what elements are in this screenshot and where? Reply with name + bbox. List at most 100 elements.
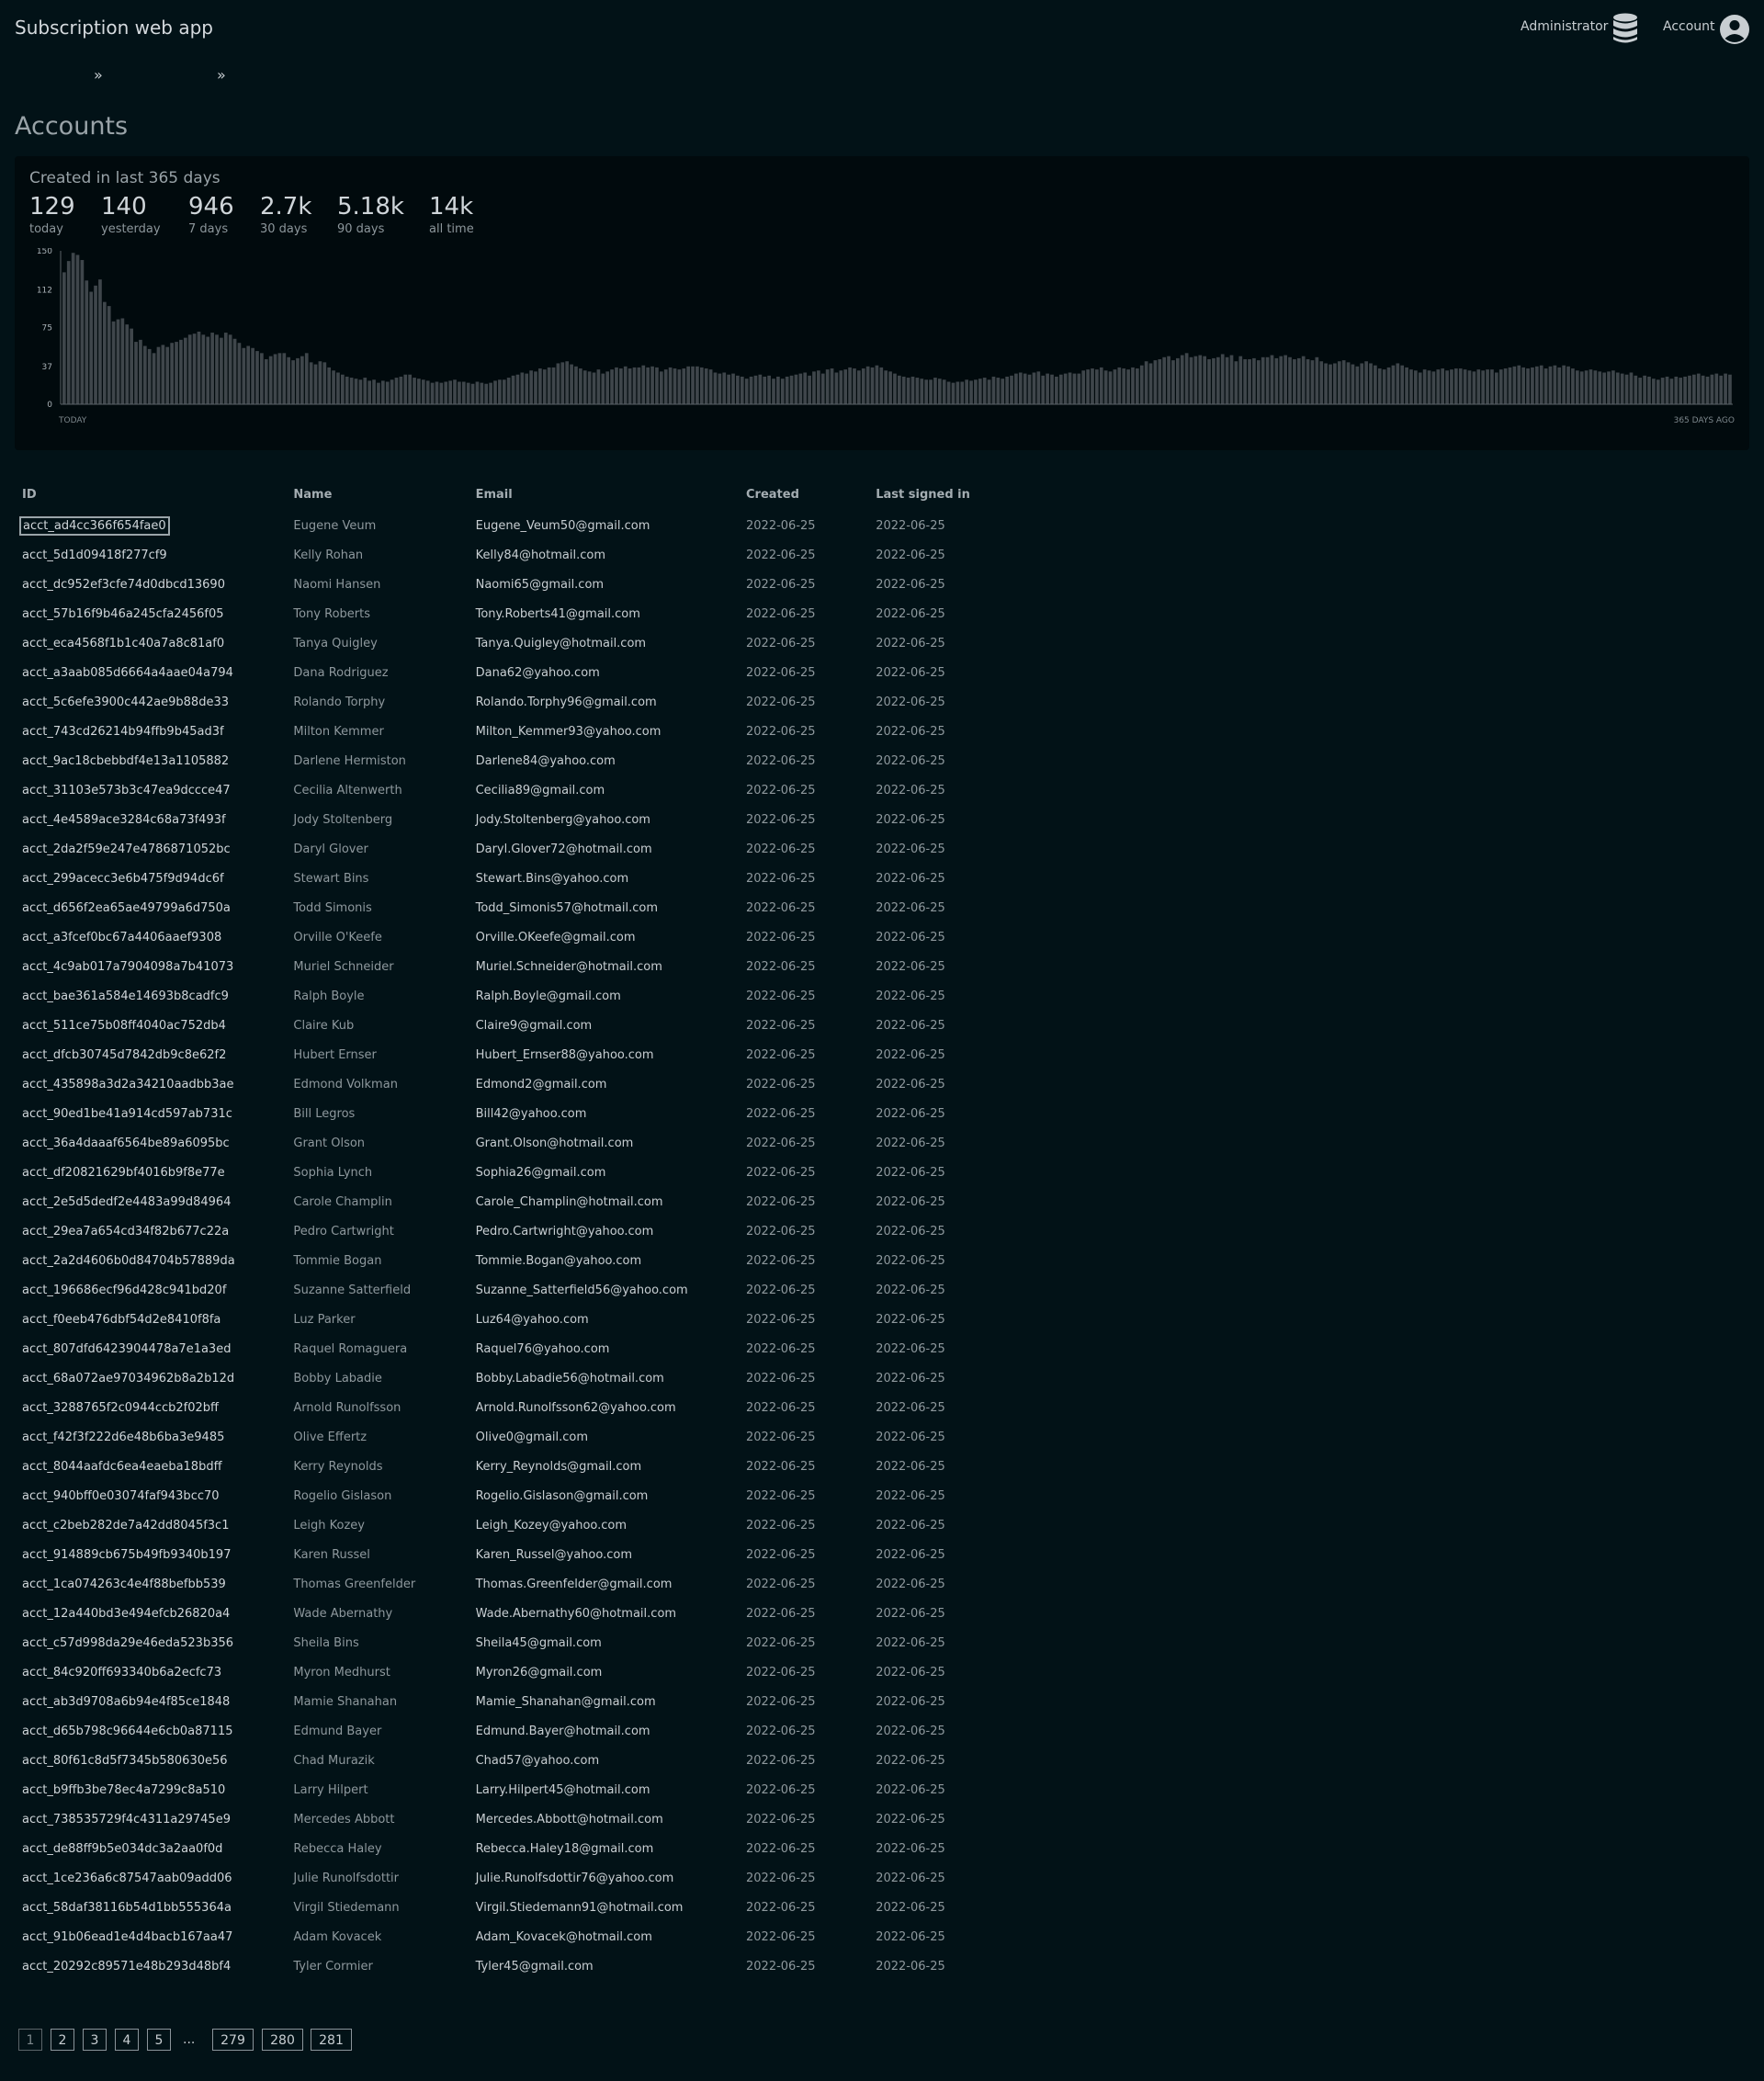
table-row[interactable]: acct_9ac18cbebbdf4e13a1105882 Darlene Her… — [15, 746, 1025, 775]
table-row[interactable]: acct_36a4daaaf6564be89a6095bc Grant Olson… — [15, 1128, 1025, 1158]
account-id[interactable]: acct_511ce75b08ff4040ac752db4 — [15, 1011, 286, 1040]
administrator-label[interactable]: Administrator — [1521, 19, 1608, 34]
table-row[interactable]: acct_5c6efe3900c442ae9b88de33 Rolando Tor… — [15, 687, 1025, 717]
table-row[interactable]: acct_1ca074263c4e4f88befbb539 Thomas Gree… — [15, 1569, 1025, 1599]
account-id[interactable]: acct_dc952ef3cfe74d0dbcd13690 — [15, 570, 286, 599]
account-id[interactable]: acct_84c920ff693340b6a2ecfc73 — [15, 1657, 286, 1687]
account-id[interactable]: acct_a3fcef0bc67a4406aaef9308 — [15, 922, 286, 952]
table-row[interactable]: acct_c57d998da29e46eda523b356 Sheila Bins… — [15, 1628, 1025, 1657]
account-id[interactable]: acct_4e4589ace3284c68a73f493f — [15, 805, 286, 834]
account-id[interactable]: acct_20292c89571e48b293d48bf4 — [15, 1951, 286, 1981]
account-id[interactable]: acct_940bff0e03074faf943bcc70 — [15, 1481, 286, 1510]
table-row[interactable]: acct_c2beb282de7a42dd8045f3c1 Leigh Kozey… — [15, 1510, 1025, 1540]
account-id[interactable]: acct_de88ff9b5e034dc3a2aa0f0d — [15, 1834, 286, 1863]
account-id[interactable]: acct_ad4cc366f654fae0 — [15, 511, 286, 540]
account-id[interactable]: acct_a3aab085d6664a4aae04a794 — [15, 658, 286, 687]
account-id[interactable]: acct_743cd26214b94ffb9b45ad3f — [15, 717, 286, 746]
account-id[interactable]: acct_5d1d09418f277cf9 — [15, 540, 286, 570]
column-header-created[interactable]: Created — [739, 478, 868, 511]
account-id-link[interactable]: acct_ad4cc366f654fae0 — [19, 515, 170, 536]
table-row[interactable]: acct_29ea7a654cd34f82b677c22a Pedro Cartw… — [15, 1216, 1025, 1246]
table-row[interactable]: acct_4e4589ace3284c68a73f493f Jody Stolte… — [15, 805, 1025, 834]
account-id[interactable]: acct_c2beb282de7a42dd8045f3c1 — [15, 1510, 286, 1540]
table-row[interactable]: acct_a3fcef0bc67a4406aaef9308 Orville O'K… — [15, 922, 1025, 952]
table-row[interactable]: acct_2da2f59e247e4786871052bc Daryl Glove… — [15, 834, 1025, 864]
account-id[interactable]: acct_ab3d9708a6b94e4f85ce1848 — [15, 1687, 286, 1716]
table-row[interactable]: acct_12a440bd3e494efcb26820a4 Wade Aberna… — [15, 1599, 1025, 1628]
account-id[interactable]: acct_12a440bd3e494efcb26820a4 — [15, 1599, 286, 1628]
account-id[interactable]: acct_435898a3d2a34210aadbb3ae — [15, 1069, 286, 1099]
table-row[interactable]: acct_f42f3f222d6e48b6ba3e9485 Olive Effer… — [15, 1422, 1025, 1452]
table-row[interactable]: acct_58daf38116b54d1bb555364a Virgil Stie… — [15, 1893, 1025, 1922]
table-row[interactable]: acct_8044aafdc6ea4eaeba18bdff Kerry Reyno… — [15, 1452, 1025, 1481]
table-row[interactable]: acct_743cd26214b94ffb9b45ad3f Milton Kemm… — [15, 717, 1025, 746]
column-header-email[interactable]: Email — [469, 478, 739, 511]
account-id[interactable]: acct_31103e573b3c47ea9dccce47 — [15, 775, 286, 805]
account-id[interactable]: acct_36a4daaaf6564be89a6095bc — [15, 1128, 286, 1158]
account-id[interactable]: acct_57b16f9b46a245cfa2456f05 — [15, 599, 286, 628]
account-id[interactable]: acct_4c9ab017a7904098a7b41073 — [15, 952, 286, 981]
account-id[interactable]: acct_2da2f59e247e4786871052bc — [15, 834, 286, 864]
account-id[interactable]: acct_58daf38116b54d1bb555364a — [15, 1893, 286, 1922]
account-id[interactable]: acct_b9ffb3be78ec4a7299c8a510 — [15, 1775, 286, 1804]
account-id[interactable]: acct_9ac18cbebbdf4e13a1105882 — [15, 746, 286, 775]
table-row[interactable]: acct_d656f2ea65ae49799a6d750a Todd Simoni… — [15, 893, 1025, 922]
table-row[interactable]: acct_84c920ff693340b6a2ecfc73 Myron Medhu… — [15, 1657, 1025, 1687]
account-id[interactable]: acct_2e5d5dedf2e4483a99d84964 — [15, 1187, 286, 1216]
account-id[interactable]: acct_807dfd6423904478a7e1a3ed — [15, 1334, 286, 1363]
account-id[interactable]: acct_3288765f2c0944ccb2f02bff — [15, 1393, 286, 1422]
table-row[interactable]: acct_dfcb30745d7842db9c8e62f2 Hubert Erns… — [15, 1040, 1025, 1069]
page-button-280[interactable]: 280 — [262, 2029, 303, 2051]
table-row[interactable]: acct_3288765f2c0944ccb2f02bff Arnold Runo… — [15, 1393, 1025, 1422]
account-id[interactable]: acct_5c6efe3900c442ae9b88de33 — [15, 687, 286, 717]
table-row[interactable]: acct_68a072ae97034962b8a2b12d Bobby Labad… — [15, 1363, 1025, 1393]
column-header-id[interactable]: ID — [15, 478, 286, 511]
account-id[interactable]: acct_80f61c8d5f7345b580630e56 — [15, 1746, 286, 1775]
account-id[interactable]: acct_1ca074263c4e4f88befbb539 — [15, 1569, 286, 1599]
account-id[interactable]: acct_df20821629bf4016b9f8e77e — [15, 1158, 286, 1187]
table-row[interactable]: acct_31103e573b3c47ea9dccce47 Cecilia Alt… — [15, 775, 1025, 805]
table-row[interactable]: acct_80f61c8d5f7345b580630e56 Chad Murazi… — [15, 1746, 1025, 1775]
account-label[interactable]: Account — [1663, 19, 1715, 34]
account-id[interactable]: acct_738535729f4c4311a29745e9 — [15, 1804, 286, 1834]
account-id[interactable]: acct_f42f3f222d6e48b6ba3e9485 — [15, 1422, 286, 1452]
table-row[interactable]: acct_2e5d5dedf2e4483a99d84964 Carole Cham… — [15, 1187, 1025, 1216]
table-row[interactable]: acct_1ce236a6c87547aab09add06 Julie Runol… — [15, 1863, 1025, 1893]
account-id[interactable]: acct_91b06ead1e4d4bacb167aa47 — [15, 1922, 286, 1951]
page-button-279[interactable]: 279 — [212, 2029, 254, 2051]
account-id[interactable]: acct_2a2d4606b0d84704b57889da — [15, 1246, 286, 1275]
table-row[interactable]: acct_a3aab085d6664a4aae04a794 Dana Rodrig… — [15, 658, 1025, 687]
table-row[interactable]: acct_57b16f9b46a245cfa2456f05 Tony Robert… — [15, 599, 1025, 628]
account-id[interactable]: acct_1ce236a6c87547aab09add06 — [15, 1863, 286, 1893]
table-row[interactable]: acct_4c9ab017a7904098a7b41073 Muriel Schn… — [15, 952, 1025, 981]
account-id[interactable]: acct_299acecc3e6b475f9d94dc6f — [15, 864, 286, 893]
table-row[interactable]: acct_2a2d4606b0d84704b57889da Tommie Boga… — [15, 1246, 1025, 1275]
user-circle-icon[interactable] — [1719, 14, 1750, 45]
account-id[interactable]: acct_dfcb30745d7842db9c8e62f2 — [15, 1040, 286, 1069]
account-id[interactable]: acct_d65b798c96644e6cb0a87115 — [15, 1716, 286, 1746]
table-row[interactable]: acct_511ce75b08ff4040ac752db4 Claire Kub C… — [15, 1011, 1025, 1040]
table-row[interactable]: acct_bae361a584e14693b8cadfc9 Ralph Boyle… — [15, 981, 1025, 1011]
column-header-name[interactable]: Name — [286, 478, 468, 511]
account-id[interactable]: acct_90ed1be41a914cd597ab731c — [15, 1099, 286, 1128]
account-id[interactable]: acct_8044aafdc6ea4eaeba18bdff — [15, 1452, 286, 1481]
table-row[interactable]: acct_df20821629bf4016b9f8e77e Sophia Lync… — [15, 1158, 1025, 1187]
page-button-281[interactable]: 281 — [311, 2029, 352, 2051]
table-row[interactable]: acct_d65b798c96644e6cb0a87115 Edmund Baye… — [15, 1716, 1025, 1746]
page-button-3[interactable]: 3 — [83, 2029, 107, 2051]
page-button-5[interactable]: 5 — [147, 2029, 171, 2051]
account-id[interactable]: acct_d656f2ea65ae49799a6d750a — [15, 893, 286, 922]
account-id[interactable]: acct_29ea7a654cd34f82b677c22a — [15, 1216, 286, 1246]
table-row[interactable]: acct_90ed1be41a914cd597ab731c Bill Legros… — [15, 1099, 1025, 1128]
page-button-2[interactable]: 2 — [51, 2029, 74, 2051]
table-row[interactable]: acct_807dfd6423904478a7e1a3ed Raquel Roma… — [15, 1334, 1025, 1363]
page-button-4[interactable]: 4 — [115, 2029, 139, 2051]
table-row[interactable]: acct_eca4568f1b1c40a7a8c81af0 Tanya Quigl… — [15, 628, 1025, 658]
account-id[interactable]: acct_196686ecf96d428c941bd20f — [15, 1275, 286, 1305]
table-row[interactable]: acct_299acecc3e6b475f9d94dc6f Stewart Bin… — [15, 864, 1025, 893]
account-id[interactable]: acct_f0eeb476dbf54d2e8410f8fa — [15, 1305, 286, 1334]
table-row[interactable]: acct_738535729f4c4311a29745e9 Mercedes Ab… — [15, 1804, 1025, 1834]
table-row[interactable]: acct_dc952ef3cfe74d0dbcd13690 Naomi Hanse… — [15, 570, 1025, 599]
table-row[interactable]: acct_5d1d09418f277cf9 Kelly Rohan Kelly84@… — [15, 540, 1025, 570]
table-row[interactable]: acct_91b06ead1e4d4bacb167aa47 Adam Kovace… — [15, 1922, 1025, 1951]
